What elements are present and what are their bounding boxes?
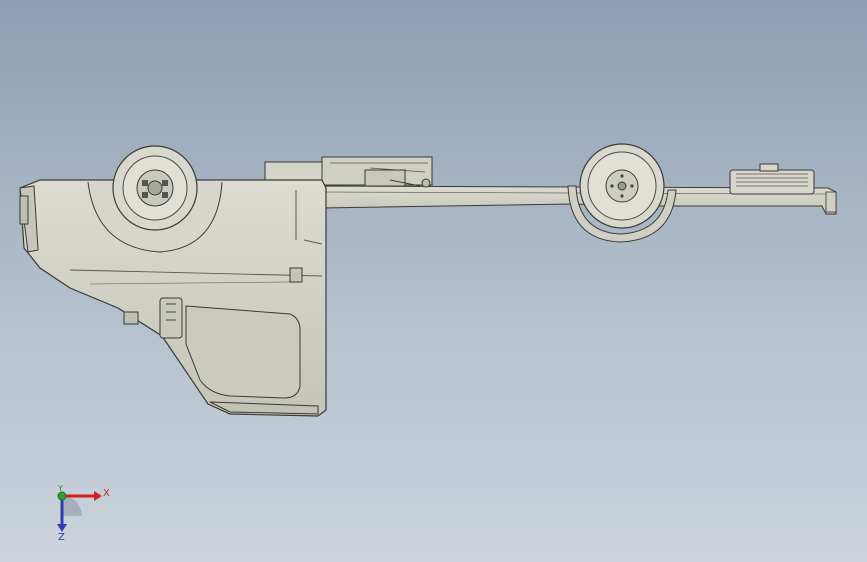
graphics-viewport[interactable]: X Y Z (0, 0, 867, 562)
rear-wheel (567, 143, 677, 243)
y-axis-label: Y (58, 484, 63, 493)
x-axis-label: X (103, 488, 110, 499)
z-axis-label: Z (58, 532, 65, 543)
spare-tire (729, 163, 815, 195)
front-wheel (112, 145, 198, 231)
cad-model-chassis[interactable] (0, 0, 867, 562)
